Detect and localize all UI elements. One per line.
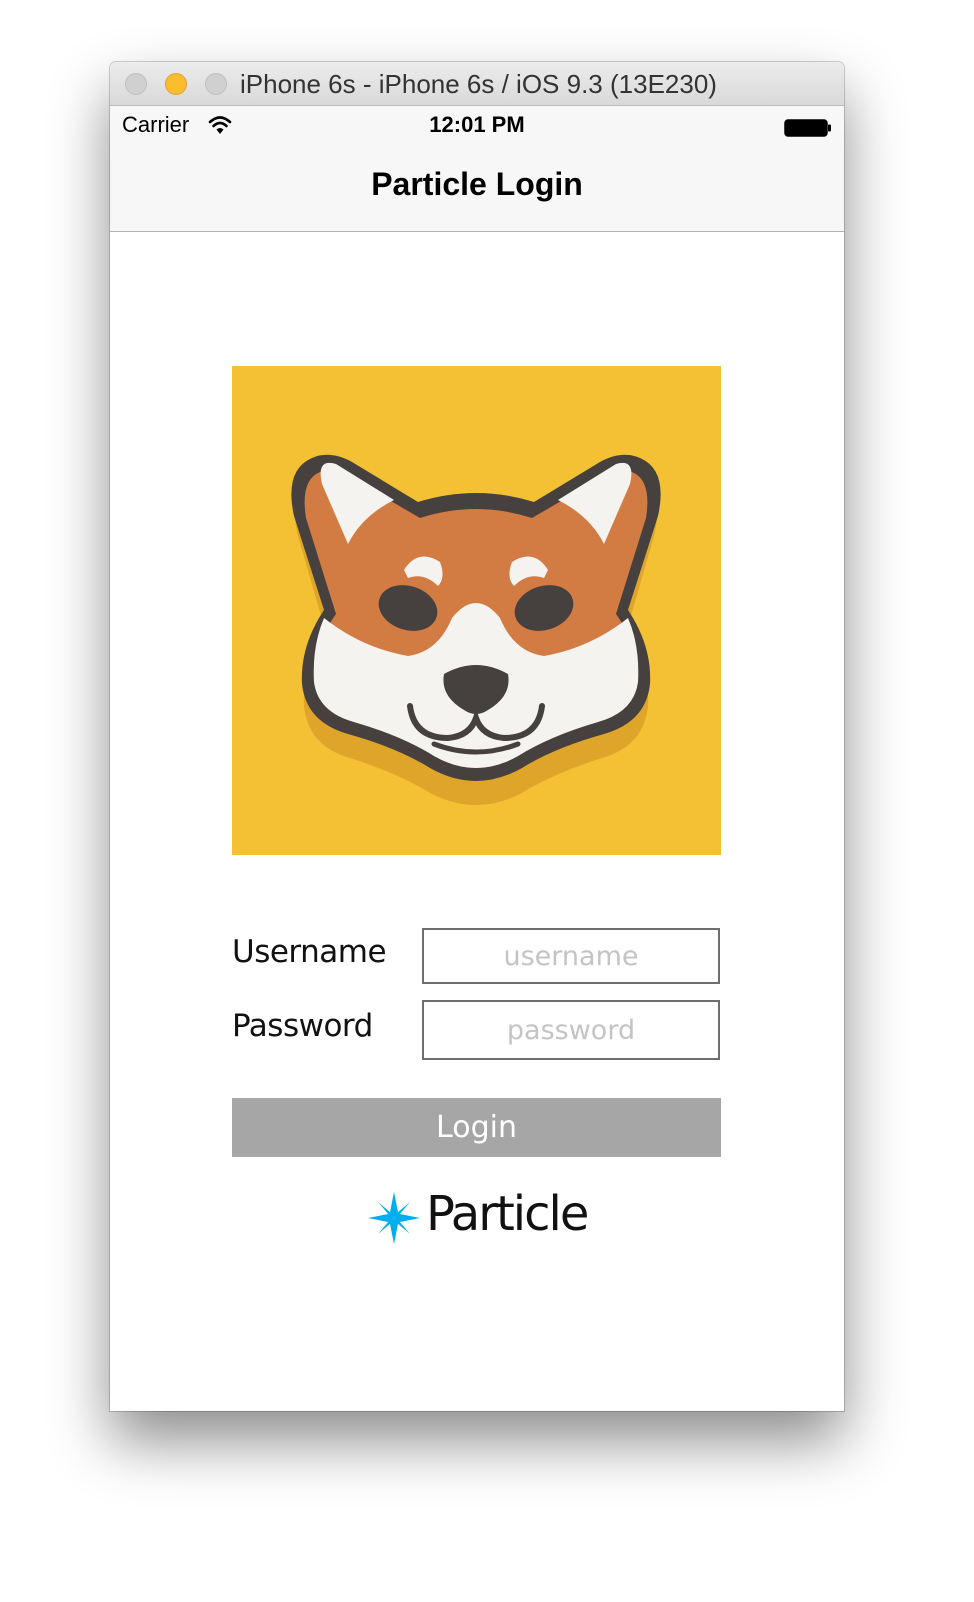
- password-input[interactable]: [424, 1002, 718, 1058]
- window-titlebar: iPhone 6s - iPhone 6s / iOS 9.3 (13E230): [110, 62, 844, 106]
- username-input[interactable]: [424, 930, 718, 982]
- zoom-window-button[interactable]: [205, 73, 227, 95]
- simulator-window: iPhone 6s - iPhone 6s / iOS 9.3 (13E230)…: [110, 62, 844, 1411]
- shiba-dog-face-icon: [291, 454, 661, 805]
- username-field-frame: [422, 928, 720, 984]
- particle-logo: Particle: [368, 1186, 589, 1248]
- minimize-window-button[interactable]: [165, 73, 187, 95]
- window-title: iPhone 6s - iPhone 6s / iOS 9.3 (13E230): [240, 69, 717, 99]
- battery-icon: [784, 119, 831, 137]
- password-label: Password: [232, 1008, 373, 1044]
- particle-star-icon: [368, 1192, 420, 1244]
- page-title: Particle Login: [371, 166, 583, 202]
- navigation-bar: Particle Login: [110, 146, 844, 232]
- login-button[interactable]: Login: [232, 1098, 721, 1157]
- username-label: Username: [232, 934, 387, 970]
- close-window-button[interactable]: [125, 73, 147, 95]
- status-time: 12:01 PM: [429, 112, 525, 137]
- password-field-frame: [422, 1000, 720, 1060]
- particle-brand-text: Particle: [426, 1186, 589, 1242]
- ios-status-bar: Carrier 12:01 PM: [110, 106, 844, 146]
- hero-image: [232, 366, 721, 855]
